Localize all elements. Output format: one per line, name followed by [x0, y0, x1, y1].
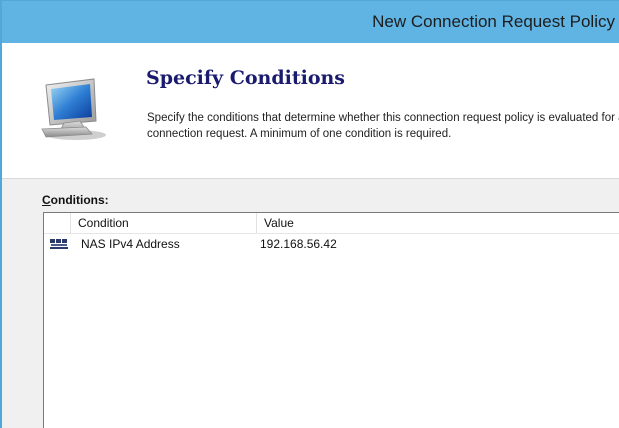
conditions-label-accelerator: C [42, 193, 51, 207]
list-item[interactable]: NAS IPv4 Address 192.168.56.42 [44, 234, 619, 254]
column-header-value[interactable]: Value [257, 213, 619, 233]
network-address-icon [50, 239, 68, 249]
condition-name: NAS IPv4 Address [81, 237, 180, 251]
page-title: Specify Conditions [146, 67, 345, 89]
list-header: Condition Value [44, 213, 619, 234]
condition-value: 192.168.56.42 [260, 237, 337, 251]
wizard-header: Specify Conditions Specify the condition… [2, 43, 619, 178]
conditions-list[interactable]: Condition Value NAS IPv4 Address 192.168… [43, 212, 619, 428]
column-header-condition[interactable]: Condition [71, 213, 257, 233]
computer-monitor-icon [41, 78, 106, 140]
conditions-label: Conditions: [42, 193, 109, 207]
window-title: New Connection Request Policy [372, 12, 615, 31]
header-divider [2, 178, 619, 179]
dialog-window: New Connection Request Policy Specify Co… [0, 0, 619, 428]
conditions-label-text: onditions: [50, 193, 109, 207]
page-description: Specify the conditions that determine wh… [147, 112, 619, 140]
column-header-icon[interactable] [44, 213, 71, 233]
title-bar[interactable]: New Connection Request Policy [2, 1, 619, 43]
